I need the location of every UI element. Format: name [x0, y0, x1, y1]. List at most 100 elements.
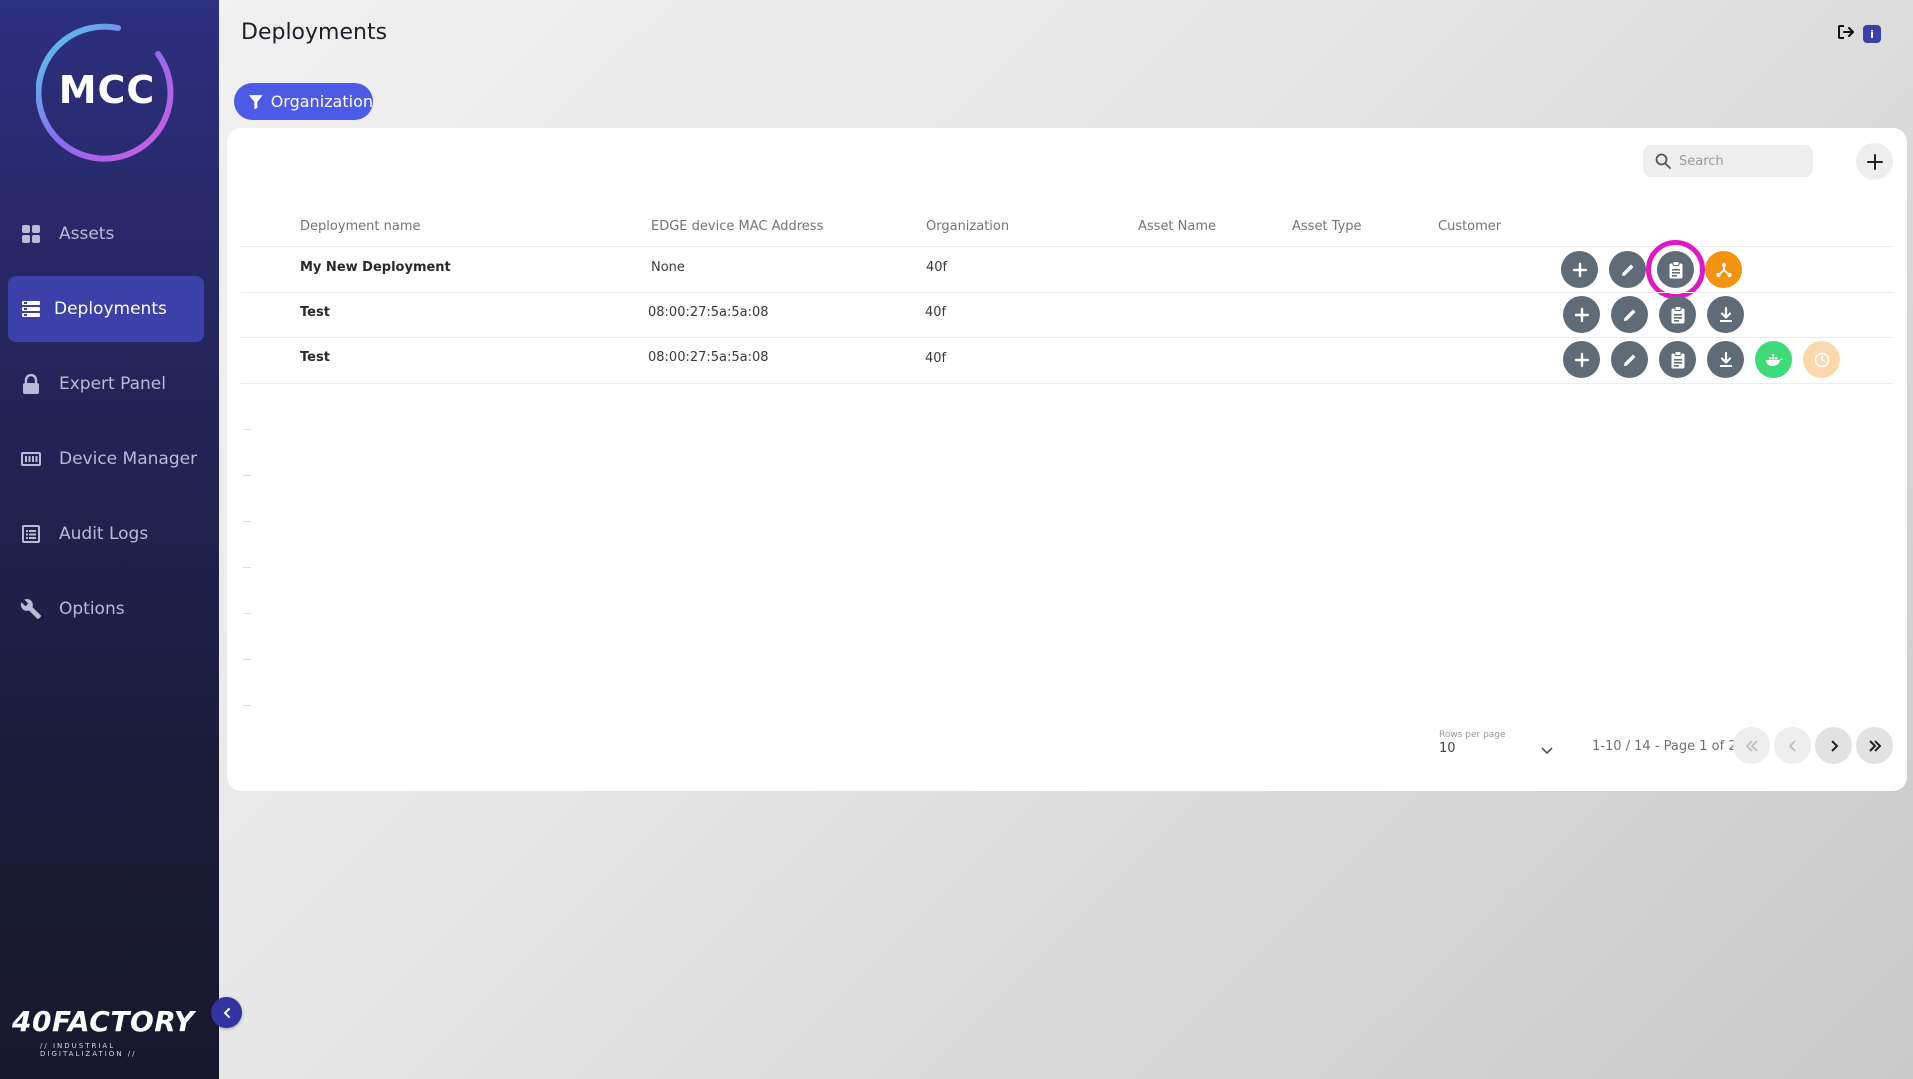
top-actions: i: [1837, 24, 1881, 44]
cell-mac-address: None: [651, 260, 685, 275]
clipboard-icon: [1669, 260, 1682, 278]
add-button[interactable]: [1561, 251, 1598, 288]
brand-tagline: // INDUSTRIAL DIGITALIZATION //: [40, 1042, 137, 1058]
search-input[interactable]: [1679, 153, 1799, 169]
clipboard-button[interactable]: [1659, 341, 1696, 378]
info-icon[interactable]: i: [1863, 25, 1881, 43]
collapse-sidebar-button[interactable]: [211, 997, 242, 1028]
lock-icon: [20, 373, 42, 395]
clipboard-icon: [1671, 305, 1684, 323]
clipboard-icon: [1671, 350, 1684, 368]
next-page-button[interactable]: [1815, 727, 1852, 764]
plus-icon: [1866, 153, 1883, 170]
sidebar-item-label: Assets: [59, 224, 115, 244]
sidebar-item-device-manager[interactable]: Device Manager: [8, 426, 204, 492]
column-header-asset-name[interactable]: Asset Name: [1138, 219, 1216, 234]
empty-row-marker: [243, 475, 251, 476]
grid-icon: [20, 223, 42, 245]
cell-deployment-name: My New Deployment: [300, 260, 451, 275]
clipboard-button[interactable]: [1657, 251, 1694, 288]
empty-row-marker: [243, 429, 251, 430]
last-page-button[interactable]: [1856, 727, 1893, 764]
edit-icon: [1623, 309, 1635, 321]
logout-icon[interactable]: [1837, 24, 1855, 44]
edit-icon: [1621, 264, 1633, 276]
page-info: 1-10 / 14 - Page 1 of 2: [1592, 739, 1737, 754]
deployments-table-card: Deployment name EDGE device MAC Address …: [227, 128, 1907, 791]
column-header-deployment-name[interactable]: Deployment name: [300, 219, 421, 234]
download-button[interactable]: [1707, 296, 1744, 333]
list-icon: [20, 523, 42, 545]
edit-icon: [1623, 354, 1635, 366]
sidebar-item-audit-logs[interactable]: Audit Logs: [8, 501, 204, 567]
schedule-button[interactable]: [1803, 341, 1840, 378]
previous-page-button[interactable]: [1774, 727, 1811, 764]
add-button[interactable]: [1563, 341, 1600, 378]
cell-organization: 40f: [925, 351, 947, 366]
column-header-asset-type[interactable]: Asset Type: [1292, 219, 1362, 234]
brand-logo: 40FACTORY // INDUSTRIAL DIGITALIZATION /…: [12, 1005, 202, 1058]
sidebar-item-assets[interactable]: Assets: [8, 201, 204, 267]
divider: [241, 337, 1893, 338]
sidebar-item-expert-panel[interactable]: Expert Panel: [8, 351, 204, 417]
edit-button[interactable]: [1611, 341, 1648, 378]
column-header-customer[interactable]: Customer: [1438, 219, 1501, 234]
sidebar-item-label: Expert Panel: [59, 374, 166, 394]
edit-button[interactable]: [1611, 296, 1648, 333]
add-button[interactable]: [1563, 296, 1600, 333]
divider: [241, 246, 1893, 247]
search-icon: [1655, 153, 1671, 169]
sidebar: MCC Assets Deployments Expert Panel Devi…: [0, 0, 219, 1079]
download-icon: [1719, 351, 1732, 367]
divider: [241, 292, 1893, 293]
chevron-double-right-icon: [1868, 739, 1881, 752]
download-button[interactable]: [1707, 341, 1744, 378]
divider: [241, 383, 1893, 384]
download-icon: [1719, 306, 1732, 322]
search-field[interactable]: [1643, 145, 1813, 177]
rows-per-page-select[interactable]: 10: [1439, 741, 1554, 763]
column-header-mac-address[interactable]: EDGE device MAC Address: [651, 219, 823, 234]
cell-deployment-name: Test: [300, 305, 330, 320]
cell-mac-address: 08:00:27:5a:5a:08: [648, 350, 769, 365]
sidebar-item-label: Audit Logs: [59, 524, 149, 544]
cell-organization: 40f: [926, 260, 948, 275]
logo-text: MCC: [58, 68, 156, 112]
brand-name: 40FACTORY: [12, 1005, 195, 1038]
add-icon: [1574, 352, 1589, 367]
sidebar-item-options[interactable]: Options: [8, 576, 204, 642]
server-list-icon: [20, 298, 42, 320]
chevron-double-left-icon: [1745, 739, 1758, 752]
device-icon: [20, 448, 42, 470]
empty-row-marker: [243, 521, 251, 522]
sidebar-item-deployments[interactable]: Deployments: [8, 276, 204, 342]
column-header-organization[interactable]: Organization: [926, 219, 1009, 234]
add-deployment-button[interactable]: [1856, 143, 1893, 180]
sidebar-item-label: Deployments: [54, 299, 167, 319]
docker-icon: [1765, 353, 1783, 366]
sidebar-item-label: Device Manager: [59, 449, 198, 469]
docker-button[interactable]: [1755, 341, 1792, 378]
empty-row-marker: [243, 659, 251, 660]
wrench-icon: [20, 598, 42, 620]
chevron-left-icon: [223, 1007, 230, 1018]
cell-mac-address: 08:00:27:5a:5a:08: [648, 305, 769, 320]
first-page-button[interactable]: [1733, 727, 1770, 764]
empty-row-marker: [243, 613, 251, 614]
edit-button[interactable]: [1609, 251, 1646, 288]
add-icon: [1574, 307, 1589, 322]
filter-icon: [248, 94, 263, 109]
chevron-right-icon: [1830, 739, 1838, 752]
add-icon: [1572, 262, 1587, 277]
network-button[interactable]: [1705, 251, 1742, 288]
cell-organization: 40f: [925, 305, 947, 320]
network-icon: [1715, 262, 1732, 277]
chevron-down-icon: [1541, 747, 1553, 755]
empty-row-marker: [243, 567, 251, 568]
sidebar-item-label: Options: [59, 599, 125, 619]
cell-deployment-name: Test: [300, 350, 330, 365]
organization-filter-chip[interactable]: Organization: [234, 83, 373, 120]
rows-per-page-value: 10: [1439, 741, 1456, 756]
clipboard-button[interactable]: [1659, 296, 1696, 333]
filter-chip-label: Organization: [270, 92, 373, 111]
